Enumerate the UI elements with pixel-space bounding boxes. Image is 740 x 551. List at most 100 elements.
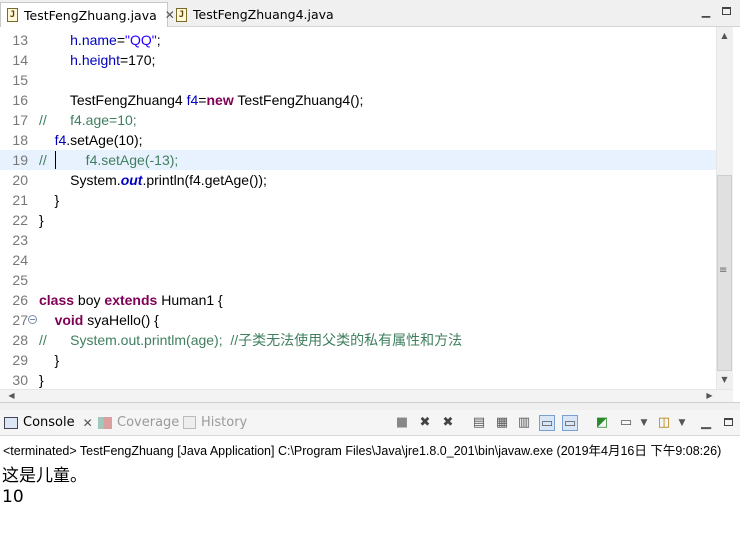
code-line[interactable]: 22} xyxy=(0,210,716,230)
code-token: height xyxy=(81,52,120,68)
tab-label: TestFengZhuang4.java xyxy=(193,7,334,22)
code-text: f4.setAge(10); xyxy=(39,130,143,150)
code-token: ; xyxy=(156,32,161,48)
code-line[interactable]: 14 h.height=170; xyxy=(0,50,716,70)
remove-all-icon[interactable]: ✖ xyxy=(440,415,456,431)
minimize-icon[interactable]: ▁ xyxy=(699,6,713,18)
code-editor[interactable]: 13 h.name="QQ"; 14 h.height=170; 15 16 Test… xyxy=(0,27,740,402)
horizontal-scrollbar[interactable] xyxy=(0,389,733,402)
code-token: h xyxy=(70,52,78,68)
fold-collapse-icon[interactable]: − xyxy=(28,315,37,324)
code-token: TestFengZhuang4(); xyxy=(233,92,364,108)
code-token: new xyxy=(206,92,234,108)
code-line[interactable]: 26 class boy extends Human1 { xyxy=(0,290,716,310)
code-line[interactable]: 15 xyxy=(0,70,716,90)
code-token: extends xyxy=(104,292,158,308)
code-line[interactable]: 23 xyxy=(0,230,716,250)
code-line[interactable]: 29 } xyxy=(0,350,716,370)
code-line[interactable]: 13 h.name="QQ"; xyxy=(0,30,716,50)
code-line[interactable]: 25 xyxy=(0,270,716,290)
scroll-lock-icon[interactable]: ▦ xyxy=(494,415,510,431)
line-number: 24 xyxy=(12,252,28,268)
line-number: 27 xyxy=(12,312,28,328)
tab-coverage[interactable]: Coverage xyxy=(98,415,179,430)
maximize-icon[interactable] xyxy=(719,6,733,18)
java-file-icon: J xyxy=(7,8,18,22)
scroll-down-icon[interactable]: ▼ xyxy=(717,375,732,384)
code-token: // f4.age=10; xyxy=(39,112,137,128)
code-token: void xyxy=(54,312,84,328)
show-stdout-icon[interactable]: ▭ xyxy=(539,415,555,431)
line-number: 21 xyxy=(12,192,28,208)
code-line[interactable]: 19 // f4.setAge(-13); xyxy=(0,150,716,170)
tab-console-label: Console xyxy=(23,415,75,430)
code-text: TestFengZhuang4 f4=new TestFengZhuang4()… xyxy=(39,90,364,110)
editor-tab-bar: J TestFengZhuang.java ✕ J TestFengZhuang… xyxy=(0,0,740,27)
console-output[interactable]: <terminated> TestFengZhuang [Java Applic… xyxy=(0,437,740,551)
chevron-down-icon[interactable]: ▼ xyxy=(674,415,690,431)
tab-history[interactable]: History xyxy=(183,415,247,430)
line-number: 22 xyxy=(12,212,28,228)
line-number: 23 xyxy=(12,232,28,248)
clear-console-icon[interactable]: ▤ xyxy=(471,415,487,431)
code-token: } xyxy=(39,212,44,228)
code-token: // f4.setAge(-13); xyxy=(39,152,179,168)
code-line[interactable]: 20 System.out.println(f4.getAge()); xyxy=(0,170,716,190)
console-output-line: 这是儿童。 xyxy=(2,466,87,486)
line-number: 25 xyxy=(12,272,28,288)
code-token: "QQ" xyxy=(125,32,157,48)
scroll-up-icon[interactable]: ▲ xyxy=(717,31,732,40)
tab-testfengzhuang[interactable]: J TestFengZhuang.java ✕ xyxy=(0,2,175,27)
code-text: System.out.println(f4.getAge()); xyxy=(39,170,267,190)
code-token: syaHello() { xyxy=(83,312,159,328)
line-number: 14 xyxy=(12,52,28,68)
code-token: System. xyxy=(39,172,121,188)
code-text: } xyxy=(39,350,60,370)
display-console-icon[interactable]: ▭ xyxy=(618,415,634,431)
tab-testfengzhuang4[interactable]: J TestFengZhuang4.java xyxy=(170,2,340,27)
line-number: 28 xyxy=(12,332,28,348)
code-line[interactable]: 30} xyxy=(0,370,716,390)
tab-console[interactable]: Console ✕ xyxy=(4,415,93,430)
code-line[interactable]: 18 f4.setAge(10); xyxy=(0,130,716,150)
code-token: .setAge(10); xyxy=(66,132,143,148)
scroll-left-icon[interactable]: ◀ xyxy=(4,391,19,400)
line-number: 30 xyxy=(12,372,28,388)
code-text: // f4.setAge(-13); xyxy=(39,150,178,170)
pin-console-icon[interactable]: ◩ xyxy=(594,415,610,431)
line-number: 17 xyxy=(12,112,28,128)
code-text: h.name="QQ"; xyxy=(39,30,161,50)
code-token: } xyxy=(39,352,60,368)
code-line[interactable]: 17 // f4.age=10; xyxy=(0,110,716,130)
grip-icon: ≡ xyxy=(719,265,728,276)
console-tab-bar: Console ✕ Coverage History ■ ✖ ✖ ▤ ▦ ▥ ▭… xyxy=(0,410,740,436)
code-token: f4 xyxy=(186,92,199,108)
tab-coverage-label: Coverage xyxy=(117,415,180,430)
close-icon[interactable]: ✕ xyxy=(83,416,93,430)
scroll-right-icon[interactable]: ▶ xyxy=(702,391,717,400)
code-text: // f4.age=10; xyxy=(39,110,137,130)
console-icon xyxy=(4,416,18,429)
code-token: h xyxy=(70,32,78,48)
terminate-icon[interactable]: ■ xyxy=(394,415,410,431)
console-output-line: 10 xyxy=(2,487,24,507)
word-wrap-icon[interactable]: ▥ xyxy=(516,415,532,431)
minimize-icon[interactable]: ▁ xyxy=(698,415,714,431)
remove-launch-icon[interactable]: ✖ xyxy=(417,415,433,431)
code-token: // System.out.printlm(age); //子类无法使用父类的私… xyxy=(39,332,463,348)
code-line[interactable]: 27− void syaHello() { xyxy=(0,310,716,330)
new-console-icon[interactable]: ◫ xyxy=(656,415,672,431)
java-file-icon: J xyxy=(176,7,187,22)
code-line[interactable]: 28 // System.out.printlm(age); //子类无法使用父类… xyxy=(0,330,716,350)
chevron-down-icon[interactable]: ▼ xyxy=(636,415,652,431)
maximize-icon[interactable] xyxy=(720,415,736,431)
view-separator[interactable] xyxy=(0,402,740,410)
code-line[interactable]: 21 } xyxy=(0,190,716,210)
coverage-icon xyxy=(98,416,112,429)
history-icon xyxy=(183,416,196,429)
code-line[interactable]: 24 xyxy=(0,250,716,270)
show-stderr-icon[interactable]: ▭ xyxy=(562,415,578,431)
code-line[interactable]: 16 TestFengZhuang4 f4=new TestFengZhuang… xyxy=(0,90,716,110)
